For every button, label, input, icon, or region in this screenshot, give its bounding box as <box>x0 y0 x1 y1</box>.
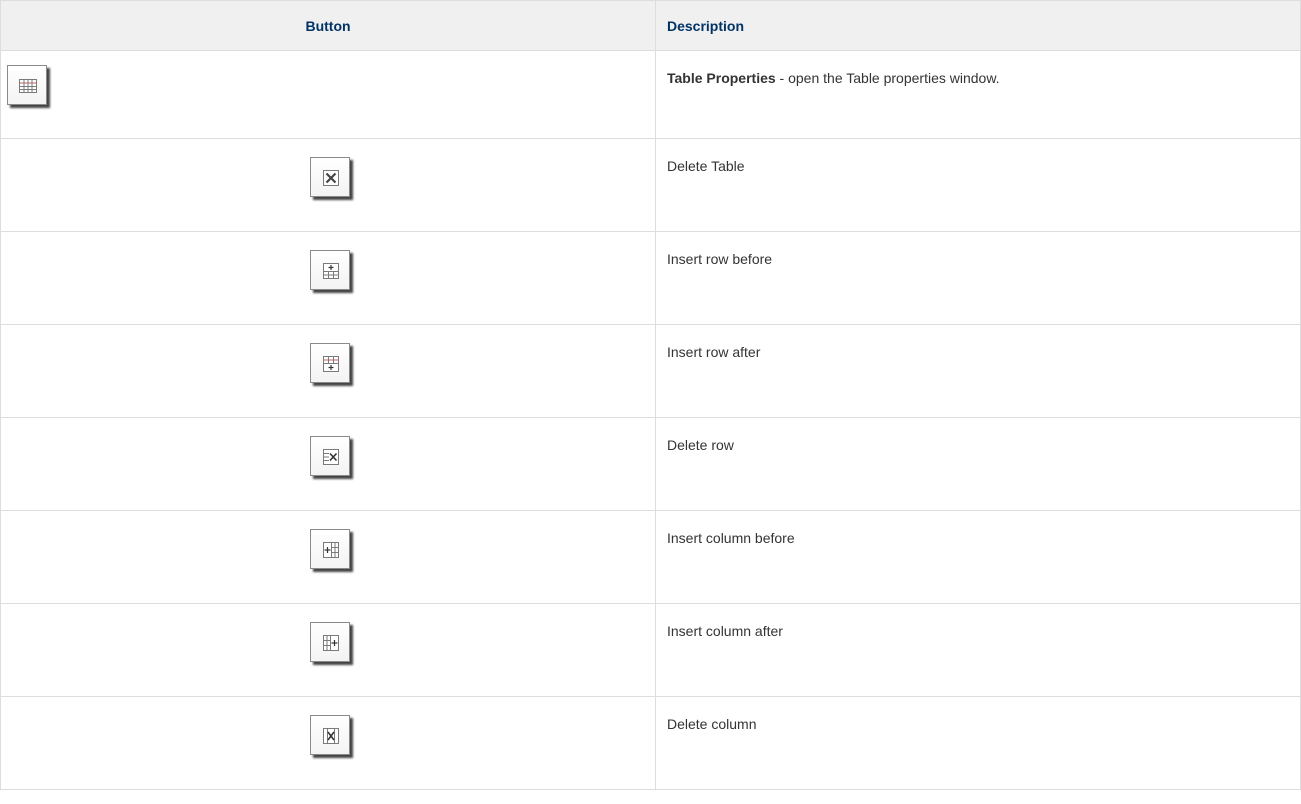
button-cell <box>0 417 656 511</box>
table-row: Delete Table <box>0 138 1301 232</box>
insert-column-after-icon[interactable] <box>310 622 350 662</box>
description-cell: Delete row <box>655 417 1301 511</box>
table-row: Insert column after <box>0 603 1301 697</box>
table-row: Insert row before <box>0 231 1301 325</box>
description-text: - open the Table properties window. <box>775 70 1000 86</box>
toolbar-buttons-table: Button Description Table Properties - op… <box>0 0 1301 790</box>
table-header-row: Button Description <box>0 0 1301 51</box>
button-cell <box>0 138 656 232</box>
button-cell <box>0 510 656 604</box>
header-description: Description <box>655 0 1301 51</box>
button-cell <box>0 603 656 697</box>
table-row: Insert row after <box>0 324 1301 418</box>
description-cell: Insert row before <box>655 231 1301 325</box>
table-row: Delete row <box>0 417 1301 511</box>
insert-column-before-icon[interactable] <box>310 529 350 569</box>
table-row: Delete column <box>0 696 1301 790</box>
button-cell <box>0 696 656 790</box>
description-cell: Insert column after <box>655 603 1301 697</box>
button-cell <box>0 50 656 139</box>
description-cell: Table Properties - open the Table proper… <box>655 50 1301 139</box>
delete-table-icon[interactable] <box>310 157 350 197</box>
insert-row-after-icon[interactable] <box>310 343 350 383</box>
description-cell: Insert column before <box>655 510 1301 604</box>
description-cell: Delete Table <box>655 138 1301 232</box>
delete-row-icon[interactable] <box>310 436 350 476</box>
button-cell <box>0 324 656 418</box>
description-cell: Delete column <box>655 696 1301 790</box>
table-properties-icon[interactable] <box>7 65 47 105</box>
table-row: Insert column before <box>0 510 1301 604</box>
delete-column-icon[interactable] <box>310 715 350 755</box>
insert-row-before-icon[interactable] <box>310 250 350 290</box>
header-button: Button <box>0 0 656 51</box>
table-row: Table Properties - open the Table proper… <box>0 50 1301 139</box>
button-cell <box>0 231 656 325</box>
description-title: Table Properties <box>667 70 776 86</box>
description-cell: Insert row after <box>655 324 1301 418</box>
